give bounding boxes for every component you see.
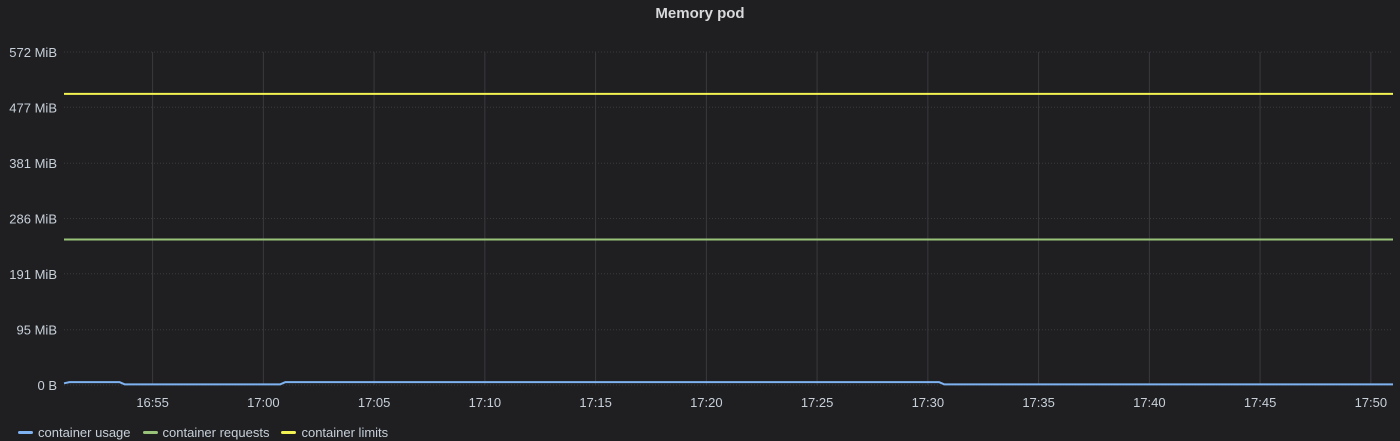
y-tick-label: 0 B (37, 378, 57, 393)
x-tick-label: 17:15 (579, 395, 612, 410)
grid-lines (64, 51, 1393, 386)
x-tick-label: 17:25 (801, 395, 834, 410)
x-tick-label: 17:50 (1355, 395, 1388, 410)
legend-label: container limits (301, 424, 389, 440)
legend-item-container-limits[interactable]: container limits (281, 425, 388, 440)
x-tick-label: 17:35 (1022, 395, 1055, 410)
x-tick-label: 17:00 (247, 395, 280, 410)
y-axis-ticks: 0 B 95 MiB 191 MiB 286 MiB 381 MiB 477 MiB 572… (9, 45, 57, 393)
y-tick-label: 191 MiB (9, 267, 57, 282)
y-tick-label: 95 MiB (17, 323, 57, 338)
x-tick-label: 17:30 (912, 395, 945, 410)
legend-swatch (142, 430, 158, 434)
legend-label: container requests (162, 424, 270, 440)
y-tick-label: 381 MiB (9, 156, 57, 171)
y-tick-label: 572 MiB (9, 45, 57, 60)
y-tick-label: 477 MiB (9, 100, 57, 115)
legend-item-container-usage[interactable]: container usage (18, 425, 131, 440)
memory-pod-panel: Memory pod 0 B 95 MiB 191 MiB 286 MiB 381 Mi… (0, 0, 1400, 441)
memory-line-chart[interactable]: 0 B 95 MiB 191 MiB 286 MiB 381 MiB 477 MiB 572… (0, 0, 1400, 420)
x-tick-label: 17:20 (690, 395, 723, 410)
legend-label: container usage (38, 424, 131, 440)
legend-swatch (281, 430, 297, 434)
legend-swatch (18, 430, 33, 434)
x-axis-ticks: 16:55 17:00 17:05 17:10 17:15 17:20 17:25 17:30… (136, 395, 1387, 410)
legend-item-container-requests[interactable]: container requests (142, 424, 270, 440)
x-tick-label: 17:05 (358, 395, 391, 410)
x-tick-label: 17:40 (1133, 395, 1166, 410)
x-tick-label: 16:55 (136, 395, 169, 410)
x-tick-label: 17:10 (469, 395, 502, 410)
x-tick-label: 17:45 (1244, 395, 1277, 410)
chart-legend: container usage container requests contain… (18, 424, 400, 440)
y-tick-label: 286 MiB (9, 212, 57, 227)
